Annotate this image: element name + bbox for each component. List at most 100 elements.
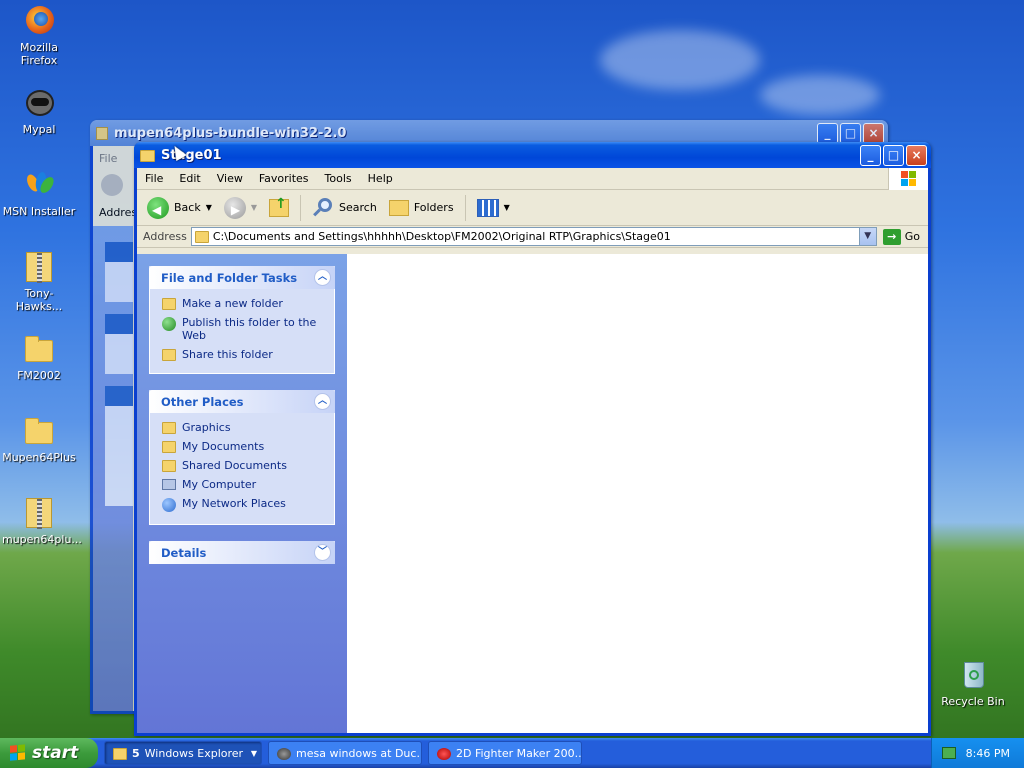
desktop-icon-mupen64plus[interactable]: Mupen64Plus xyxy=(2,414,76,464)
task-pane: File and Folder Tasks ︿ Make a new folde… xyxy=(137,254,347,733)
minimize-button[interactable]: _ xyxy=(817,123,838,144)
cloud xyxy=(600,30,760,90)
menu-file[interactable]: File xyxy=(137,172,171,185)
desktop-icon-msn-installer[interactable]: MSN Installer xyxy=(2,168,76,218)
taskbar: start 5 Windows Explorer ▼ mesa windows … xyxy=(0,738,1024,768)
background-panel xyxy=(105,314,133,374)
desktop-icon-fm2002[interactable]: FM2002 xyxy=(2,332,76,382)
taskbar-item-mesa-windows[interactable]: mesa windows at Duc... xyxy=(268,741,422,765)
folders-button[interactable]: Folders xyxy=(385,197,458,219)
taskbar-item-2d-fighter-maker[interactable]: 2D Fighter Maker 200... xyxy=(428,741,582,765)
go-arrow-icon: → xyxy=(882,228,901,245)
details-panel: Details ﹀ xyxy=(149,541,335,564)
other-places-header[interactable]: Other Places ︿ xyxy=(149,390,335,413)
network-tray-icon[interactable] xyxy=(941,747,956,759)
background-window-taskpane xyxy=(93,226,133,711)
up-folder-button[interactable]: ↑ xyxy=(265,196,293,220)
close-button[interactable]: × xyxy=(906,145,927,166)
folder-icon xyxy=(194,231,209,243)
window-content: File and Folder Tasks ︿ Make a new folde… xyxy=(137,254,928,733)
back-arrow-icon[interactable] xyxy=(101,174,123,196)
background-panel xyxy=(105,242,133,302)
place-my-documents[interactable]: My Documents xyxy=(162,440,324,453)
close-button[interactable]: × xyxy=(863,123,884,144)
place-graphics[interactable]: Graphics xyxy=(162,421,324,434)
other-places-panel: Other Places ︿ Graphics My Documents Sha… xyxy=(149,390,335,525)
share-folder-icon xyxy=(162,349,176,361)
window-titlebar[interactable]: Stage01 _ □ × xyxy=(134,142,931,168)
forward-button[interactable]: ▶ ▼ xyxy=(220,194,261,222)
place-shared-documents[interactable]: Shared Documents xyxy=(162,459,324,472)
back-button[interactable]: ◀ Back ▼ xyxy=(143,194,216,222)
system-tray: 8:46 PM xyxy=(930,738,1024,768)
file-folder-tasks-header[interactable]: File and Folder Tasks ︿ xyxy=(149,266,335,289)
back-arrow-icon: ◀ xyxy=(147,196,169,219)
menu-tools[interactable]: Tools xyxy=(317,172,360,185)
globe-icon xyxy=(162,317,176,331)
chevron-down-icon: ▼ xyxy=(250,748,257,758)
address-bar: Address C:\Documents and Settings\hhhhh\… xyxy=(137,226,928,248)
chevron-down-icon: ▼ xyxy=(503,203,510,212)
new-folder-icon xyxy=(162,298,176,310)
folder-icon xyxy=(113,747,127,760)
forward-arrow-icon: ▶ xyxy=(223,196,246,219)
views-icon xyxy=(476,198,499,217)
toolbar-separator xyxy=(300,194,302,221)
search-icon xyxy=(312,197,334,219)
explorer-window-stage01[interactable]: Stage01 _ □ × File Edit View Favorites T… xyxy=(134,142,931,736)
details-header[interactable]: Details ﹀ xyxy=(149,541,335,564)
clock[interactable]: 8:46 PM xyxy=(966,747,1010,760)
zip-folder-icon xyxy=(96,126,108,140)
desktop-icon-mupen64plus-zip[interactable]: mupen64plu... xyxy=(2,496,82,546)
desktop-icon-mypal[interactable]: Mypal xyxy=(2,86,76,136)
desktop-icon-tony-hawks[interactable]: Tony-Hawks... xyxy=(2,250,76,313)
fighter-maker-icon xyxy=(437,747,451,760)
up-folder-icon: ↑ xyxy=(269,196,290,217)
menu-help[interactable]: Help xyxy=(360,172,401,185)
collapse-chevron-icon[interactable]: ︿ xyxy=(314,393,331,410)
start-button[interactable]: start xyxy=(0,738,98,768)
desktop-icon-firefox[interactable]: Mozilla Firefox xyxy=(2,4,76,67)
address-dropdown-button[interactable]: ▼ xyxy=(858,228,876,245)
file-list-area[interactable] xyxy=(347,254,928,733)
folder-icon xyxy=(140,149,155,162)
network-places-icon xyxy=(162,498,176,512)
chevron-down-icon[interactable]: ▼ xyxy=(206,203,212,212)
cloud xyxy=(760,75,880,115)
address-input[interactable]: C:\Documents and Settings\hhhhh\Desktop\… xyxy=(190,227,877,246)
place-my-network-places[interactable]: My Network Places xyxy=(162,497,324,512)
background-panel xyxy=(105,386,133,506)
windows-flag-icon xyxy=(10,743,27,762)
desktop-icon-recycle-bin[interactable]: Recycle Bin xyxy=(936,658,1010,708)
menu-edit[interactable]: Edit xyxy=(171,172,208,185)
folder-icon xyxy=(22,332,56,366)
task-publish-folder-web[interactable]: Publish this folder to the Web xyxy=(162,316,324,342)
folders-icon xyxy=(388,199,409,216)
other-places-body: Graphics My Documents Shared Documents M… xyxy=(149,413,335,525)
minimize-button[interactable]: _ xyxy=(860,145,881,166)
file-folder-tasks-panel: File and Folder Tasks ︿ Make a new folde… xyxy=(149,266,335,374)
maximize-button[interactable]: □ xyxy=(883,145,904,166)
task-make-new-folder[interactable]: Make a new folder xyxy=(162,297,324,310)
collapse-chevron-icon[interactable]: ︿ xyxy=(314,269,331,286)
menu-favorites[interactable]: Favorites xyxy=(251,172,317,185)
zip-folder-icon xyxy=(22,496,56,530)
zip-folder-icon xyxy=(22,250,56,284)
toolbar: ◀ Back ▼ ▶ ▼ ↑ Search Folders ▼ xyxy=(137,190,928,226)
expand-chevron-icon[interactable]: ﹀ xyxy=(314,544,331,561)
my-computer-icon xyxy=(162,479,176,490)
firefox-icon xyxy=(22,4,56,38)
maximize-button[interactable]: □ xyxy=(840,123,861,144)
mypal-icon xyxy=(277,747,291,760)
search-button[interactable]: Search xyxy=(308,194,381,222)
my-documents-icon xyxy=(162,441,176,453)
task-share-folder[interactable]: Share this folder xyxy=(162,348,324,361)
folder-icon xyxy=(22,414,56,448)
taskbar-item-windows-explorer[interactable]: 5 Windows Explorer ▼ xyxy=(104,741,262,765)
views-button[interactable]: ▼ xyxy=(473,196,514,220)
menu-bar: File Edit View Favorites Tools Help xyxy=(137,168,928,190)
toolbar-separator xyxy=(464,194,466,221)
menu-view[interactable]: View xyxy=(209,172,251,185)
go-button[interactable]: → Go xyxy=(881,228,928,245)
place-my-computer[interactable]: My Computer xyxy=(162,478,324,491)
